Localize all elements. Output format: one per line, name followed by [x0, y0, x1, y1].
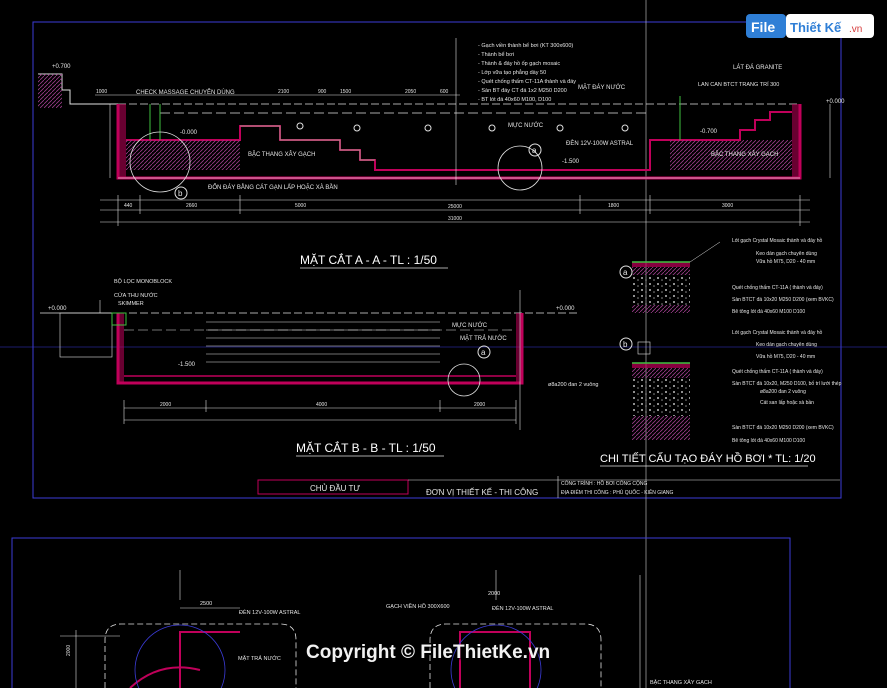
- detail-title: CHI TIẾT CẤU TẠO ĐÁY HỒ BƠI * TL: 1/20: [600, 452, 816, 465]
- section-bb-title: MẶT CẮT B - B - TL : 1/50: [296, 440, 436, 455]
- logo-initials: File: [751, 19, 775, 35]
- aa-dim-top-2: 900: [318, 89, 327, 95]
- bb-elev-deep: -1.500: [178, 362, 196, 368]
- aa-notes: - Gạch viền thành bể bơi (KT 300x600) - …: [478, 42, 576, 103]
- aa-note-5: - Sàn BT đáy CT đá 1x2 M250 D200: [478, 88, 567, 94]
- section-bb: [40, 290, 580, 457]
- detail-a-layer-2: Vữa hồ M75, D20 - 40 mm: [756, 259, 815, 265]
- aa-label-bac-thang-2: BẬC THANG XÂY GẠCH: [711, 151, 778, 158]
- detail-a-layer-0: Lót gạch Crystal Mosaic thành và đáy hồ: [732, 238, 823, 244]
- aa-note-4: - Quét chống thấm CT-11A thành và đáy: [478, 79, 576, 85]
- detail-a-layer-5: Bê tông lót đá 40x60 M100 D100: [732, 309, 805, 315]
- bb-dim-1: 4000: [316, 402, 327, 408]
- bb-elev-right: +0.000: [556, 306, 575, 312]
- aa-label-bac-thang-1: BẬC THANG XÂY GẠCH: [248, 151, 315, 158]
- plan-label-bac-thang: BẬC THANG XÂY GẠCH: [650, 679, 712, 686]
- detail-b-layer-6: Cát san lấp hoặc xà bần: [760, 400, 814, 406]
- aa-dim-1: 2660: [186, 203, 197, 209]
- aa-dim-top-0: 1000: [96, 89, 107, 95]
- title-block-project-2: ĐỊA ĐIỂM THI CÔNG : PHÚ QUỐC - KIÊN GIAN…: [561, 488, 674, 496]
- brand-logo-mark: File Thiết Kế .vn: [746, 14, 874, 38]
- aa-label-muc-nuoc: MỰC NƯỚC: [508, 122, 544, 129]
- bb-label-skimmer: SKIMMER: [118, 301, 144, 307]
- title-block-designer: ĐƠN VỊ THIẾT KẾ - THI CÔNG: [426, 487, 538, 497]
- aa-dim-top-4: 2050: [405, 89, 416, 95]
- bb-label-muc-nuoc: MỰC NƯỚC: [452, 322, 488, 329]
- detail-a-texts: Lót gạch Crystal Mosaic thành và đáy hồ …: [732, 238, 834, 315]
- detail-a-layer-3: Quét chống thấm CT-11A ( thành và đáy): [732, 285, 823, 291]
- bb-elev-left: +0.000: [48, 306, 67, 312]
- aa-dim-total-1: 25000: [448, 204, 462, 210]
- logo-name: Thiết Kế: [790, 20, 842, 35]
- detail-b-layer-0: Lót gạch Crystal Mosaic thành và đáy hồ: [732, 330, 823, 336]
- detail-callout-b: b: [623, 340, 628, 349]
- detail-a-layers: [619, 241, 721, 313]
- section-aa-title: MẶT CẮT A - A - TL : 1/50: [300, 252, 437, 267]
- aa-dim-2: 5000: [295, 203, 306, 209]
- detail-b-layer-5: ø8a200 đan 2 vuông: [760, 389, 806, 395]
- aa-label-lat-da: LÁT ĐÁ GRANITE: [733, 64, 782, 71]
- aa-elev-mid-left: -0.000: [180, 130, 198, 136]
- detail-a-layer-4: Sàn BTCT đá 10x20 M250 D200 (xem BVKC): [732, 297, 834, 303]
- aa-callout-a: a: [532, 146, 537, 155]
- plan-label-den-left: ĐÈN 12V-100W ASTRAL: [239, 609, 300, 616]
- detail-b-layer-1: Keo dán gạch chuyên dùng: [756, 342, 817, 348]
- detail-callout-a: a: [623, 268, 628, 277]
- aa-label-don-day: ĐỔN ĐÁY BẰNG CÁT GẠN LẤP HOẶC XÀ BẦN: [208, 183, 338, 191]
- bb-label-mat-tra-nuoc: MẶT TRẢ NƯỚC: [460, 335, 507, 342]
- plan-label-mat-tra: MẶT TRẢ NƯỚC: [238, 655, 281, 662]
- aa-dim-4: 3000: [722, 203, 733, 209]
- aa-label-mat-day-nuoc: MẶT ĐÁY NƯỚC: [578, 84, 626, 91]
- aa-note-1: - Thành bể bơi: [478, 51, 514, 58]
- detail-b-layer-4: Sàn BTCT đá 10x20, M250 D100, bố trí lướ…: [732, 381, 842, 387]
- aa-label-check-massage: CHECK MASSAGE CHUYÊN DÙNG: [136, 88, 235, 96]
- bb-label-cua-thu-nuoc: CỬA THU NƯỚC: [114, 292, 158, 299]
- aa-dim-total-2: 31000: [448, 216, 462, 222]
- aa-dim-3: 1800: [608, 203, 619, 209]
- aa-dim-0: 440: [124, 203, 133, 209]
- detail-b-layers: [619, 337, 690, 440]
- lower-sheet-frame: [11, 537, 791, 688]
- bb-label-bo-loc: BỘ LỌC MONOBLOCK: [114, 278, 172, 285]
- bb-dim-0: 2000: [160, 402, 171, 408]
- title-block-owner: CHỦ ĐẦU TƯ: [310, 483, 360, 493]
- plan-label-den-right: ĐÈN 12V-100W ASTRAL: [492, 605, 553, 612]
- plan-label-gach-vien: GẠCH VIỀN HỒ 300X600: [386, 603, 450, 610]
- bb-callout-a: a: [481, 348, 486, 357]
- detail-b-layer-3: Quét chống thấm CT-11A ( thành và đáy): [732, 369, 823, 375]
- aa-note-2: - Thành & đáy hồ ốp gạch mosaic: [478, 61, 560, 67]
- detail-a-layer-1: Keo dán gạch chuyên dùng: [756, 251, 817, 257]
- plan-view: [60, 570, 641, 688]
- aa-note-6: - BT lót đá 40x60 M100, D100: [478, 97, 551, 103]
- bb-steel-label: ø8a200 đan 2 vuông: [548, 382, 598, 388]
- logo-domain: .vn: [849, 24, 862, 35]
- aa-label-den: ĐÈN 12V-100W ASTRAL: [566, 140, 634, 147]
- detail-b-layer-8: Bê tông lót đá 40x60 M100 D100: [732, 438, 805, 444]
- plan-dim-side: 2000: [66, 645, 72, 656]
- plan-dim-2: 2000: [488, 591, 500, 597]
- detail-b-layer-2: Vữa hồ M75, D20 - 40 mm: [756, 354, 815, 360]
- cad-drawing: CHECK MASSAGE CHUYÊN DÙNG LÁT ĐÁ GRANITE…: [0, 0, 887, 688]
- aa-elev-right: +0.000: [826, 99, 845, 105]
- aa-elev-left: +0.700: [52, 64, 71, 70]
- aa-label-lan-can: LAN CAN BTCT TRANG TRÍ 300: [698, 81, 779, 88]
- copyright-watermark: Copyright © FileThietKe.vn: [306, 642, 551, 663]
- plan-dim-1: 2500: [200, 601, 212, 607]
- aa-dim-top-1: 2100: [278, 89, 289, 95]
- bb-dim-2: 2000: [474, 402, 485, 408]
- aa-callout-b: b: [178, 189, 183, 198]
- aa-elev-deep: -1.500: [562, 159, 580, 165]
- aa-dim-top-5: 600: [440, 89, 449, 95]
- aa-elev-mid-right: -0.700: [700, 129, 718, 135]
- detail-b-layer-7: Sàn BTCT đá 10x20 M250 D200 (xem BVKC): [732, 425, 834, 431]
- title-block-project-1: CÔNG TRÌNH : HỒ BƠI CÔNG CỘNG: [561, 480, 648, 487]
- aa-note-3: - Lớp vữa tạo phẳng dày 50: [478, 69, 546, 76]
- aa-dim-top-3: 1500: [340, 89, 351, 95]
- aa-note-0: - Gạch viền thành bể bơi (KT 300x600): [478, 42, 573, 49]
- brand-logo[interactable]: File Thiết Kế .vn: [745, 12, 875, 40]
